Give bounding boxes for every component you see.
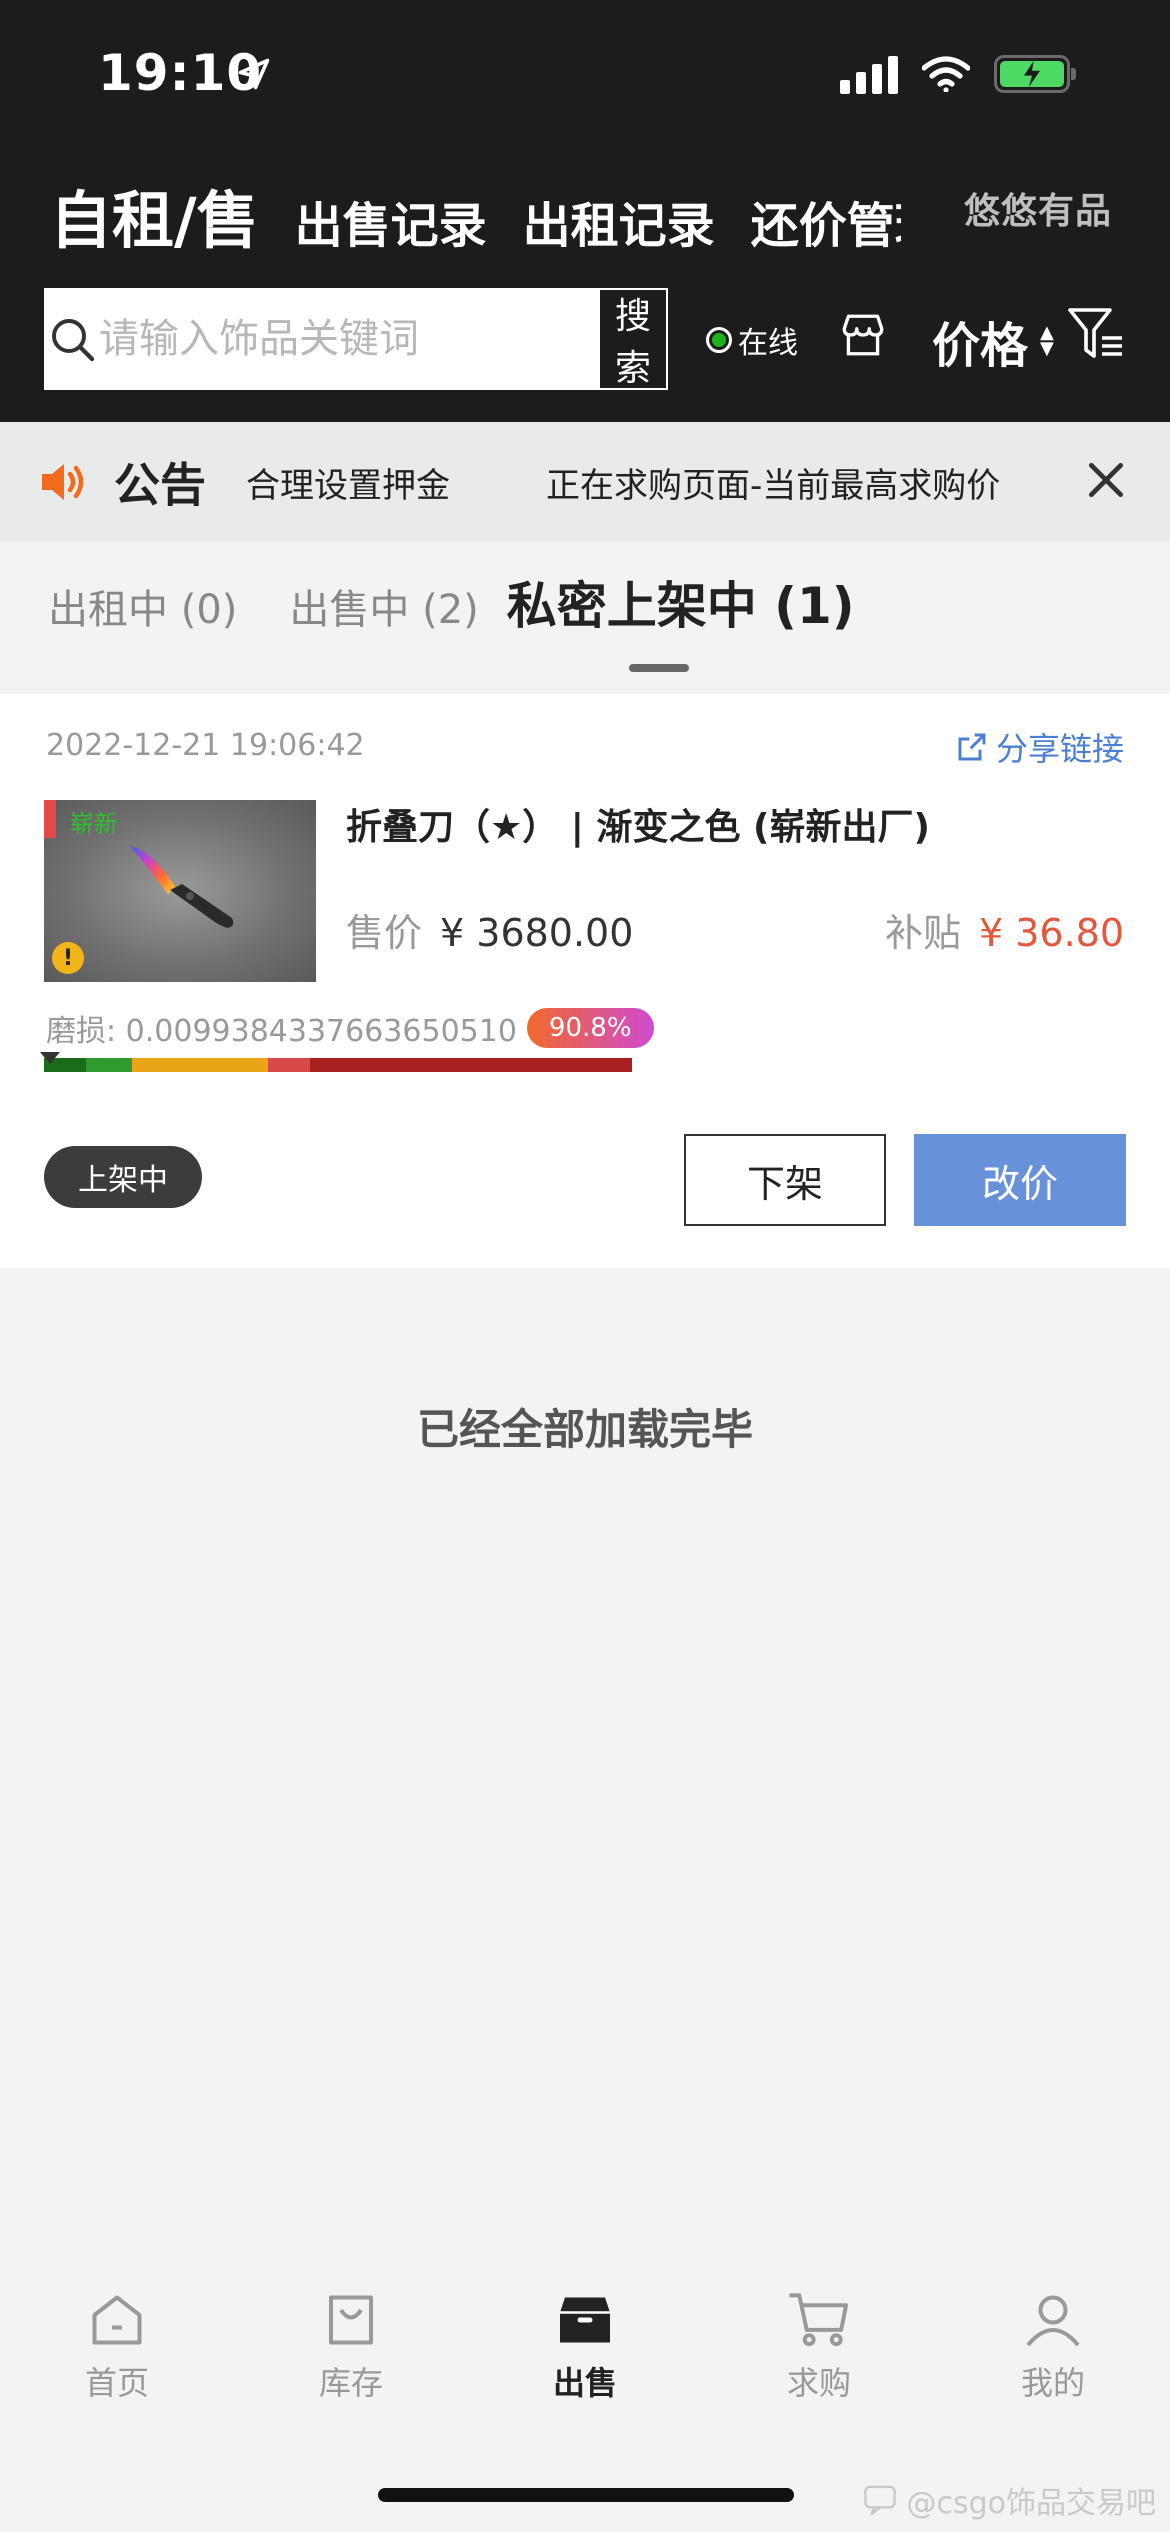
tab-sale-records[interactable]: 出售记录: [295, 186, 487, 256]
nav-home[interactable]: 首页: [0, 2290, 234, 2430]
nav-inventory-label: 库存: [318, 2364, 383, 2402]
tab-private-listing[interactable]: 私密上架中 (1): [507, 566, 855, 672]
wifi-icon: [922, 56, 970, 92]
subsidy-value: ¥ 36.80: [978, 911, 1124, 955]
price-sort-button[interactable]: 价格 ▲ ▼: [932, 306, 1054, 376]
cart-icon: [789, 2293, 849, 2347]
sale-price-label: 售价: [346, 911, 423, 955]
announcement-message: 合理设置押金: [246, 465, 450, 506]
sale-price: 售价 ¥ 3680.00: [346, 902, 633, 957]
nav-sell[interactable]: 出售: [468, 2290, 702, 2430]
home-icon: [92, 2295, 142, 2345]
sort-arrows-icon: ▲ ▼: [1040, 322, 1054, 359]
nav-buy-request-label: 求购: [786, 2364, 851, 2402]
search-bar: 搜索: [44, 288, 668, 390]
nav-profile[interactable]: 我的: [936, 2290, 1170, 2430]
active-tab-underline: [628, 664, 689, 672]
close-icon[interactable]: [1084, 458, 1128, 502]
listing-card: 2022-12-21 19:06:42 分享链接 崭新 ! 折叠刀（★） | 渐…: [0, 694, 1170, 1268]
announcement-bar: 公告 合理设置押金 正在求购页面-当前最高求购价: [0, 422, 1170, 542]
share-link-button[interactable]: 分享链接: [956, 724, 1124, 770]
listing-date: 2022-12-21 19:06:42: [46, 728, 365, 763]
rarity-bar: [44, 800, 56, 838]
share-link-label: 分享链接: [995, 730, 1124, 768]
header: 19:10 自租/售 出售记录 出租记录 还价管理 悠悠有品 搜索 在线 价格 …: [0, 0, 1170, 422]
sale-price-value: ¥ 3680.00: [440, 911, 634, 955]
search-input[interactable]: [99, 288, 598, 390]
online-label: 在线: [738, 326, 798, 361]
listing-status-tabs: 出租中 (0) 出售中 (2) 私密上架中 (1): [48, 566, 855, 672]
wear-info: 磨损: 0.0099384337663650510 90.8%: [46, 1006, 654, 1050]
battery-icon: [994, 55, 1076, 93]
home-indicator: [378, 2488, 794, 2502]
external-link-icon: [958, 733, 986, 761]
tab-counter-offer[interactable]: 还价管理: [751, 186, 901, 256]
tab-renting[interactable]: 出租中 (0): [48, 577, 237, 635]
edit-price-button[interactable]: 改价: [914, 1134, 1126, 1226]
status-indicators: [840, 54, 1076, 94]
tab-rent-records[interactable]: 出租记录: [523, 186, 715, 256]
wear-scale-bar: [44, 1058, 632, 1072]
condition-tag: 崭新: [70, 810, 118, 838]
nav-home-label: 首页: [84, 2364, 149, 2402]
status-badge: 上架中: [44, 1146, 202, 1208]
filter-icon[interactable]: [1066, 306, 1126, 362]
search-icon: [44, 288, 99, 390]
watermark: @csgo饰品交易吧: [862, 2478, 1156, 2522]
bottom-nav: 首页 库存 出售 求购 我的: [0, 2290, 1170, 2430]
nav-inventory[interactable]: 库存: [234, 2290, 468, 2430]
item-thumbnail[interactable]: 崭新 !: [44, 800, 316, 982]
user-icon: [1026, 2295, 1080, 2347]
watermark-text: @csgo饰品交易吧: [906, 2486, 1156, 2521]
tab-selling[interactable]: 出售中 (2): [289, 577, 478, 635]
nav-sell-label: 出售: [552, 2364, 617, 2402]
location-arrow-icon: [238, 58, 270, 90]
brand-logo: 悠悠有品: [963, 191, 1112, 232]
wear-value: 磨损: 0.0099384337663650510: [46, 1014, 517, 1049]
chat-bubble-icon: [864, 2485, 897, 2516]
wear-percentile-badge: 90.8%: [526, 1008, 654, 1048]
online-toggle[interactable]: 在线: [706, 318, 798, 362]
item-name: 折叠刀（★） | 渐变之色 (崭新出厂): [346, 807, 930, 848]
announcement-message: 正在求购页面-当前最高求购价: [546, 465, 1001, 506]
warning-icon: !: [52, 942, 84, 974]
store-icon[interactable]: [838, 310, 888, 360]
nav-buy-request[interactable]: 求购: [702, 2290, 936, 2430]
speaker-icon: [42, 464, 84, 500]
search-button[interactable]: 搜索: [598, 288, 668, 390]
box-icon: [560, 2297, 610, 2343]
wear-marker-icon: [40, 1052, 60, 1064]
online-dot-icon: [706, 327, 732, 353]
tab-rent-sell[interactable]: 自租/售: [50, 170, 259, 296]
signal-icon: [840, 54, 898, 94]
knife-image: [130, 846, 234, 928]
subsidy-label: 补贴: [884, 911, 961, 955]
announcement-title: 公告: [114, 458, 206, 512]
nav-profile-label: 我的: [1020, 2364, 1085, 2402]
price-sort-label: 价格: [932, 318, 1029, 374]
delist-button[interactable]: 下架: [684, 1134, 886, 1226]
bag-icon: [329, 2295, 373, 2345]
header-tabs: 自租/售 出售记录 出租记录 还价管理: [50, 170, 901, 296]
subsidy: 补贴 ¥ 36.80: [885, 902, 1124, 957]
list-end-message: 已经全部加载完毕: [416, 1405, 753, 1454]
